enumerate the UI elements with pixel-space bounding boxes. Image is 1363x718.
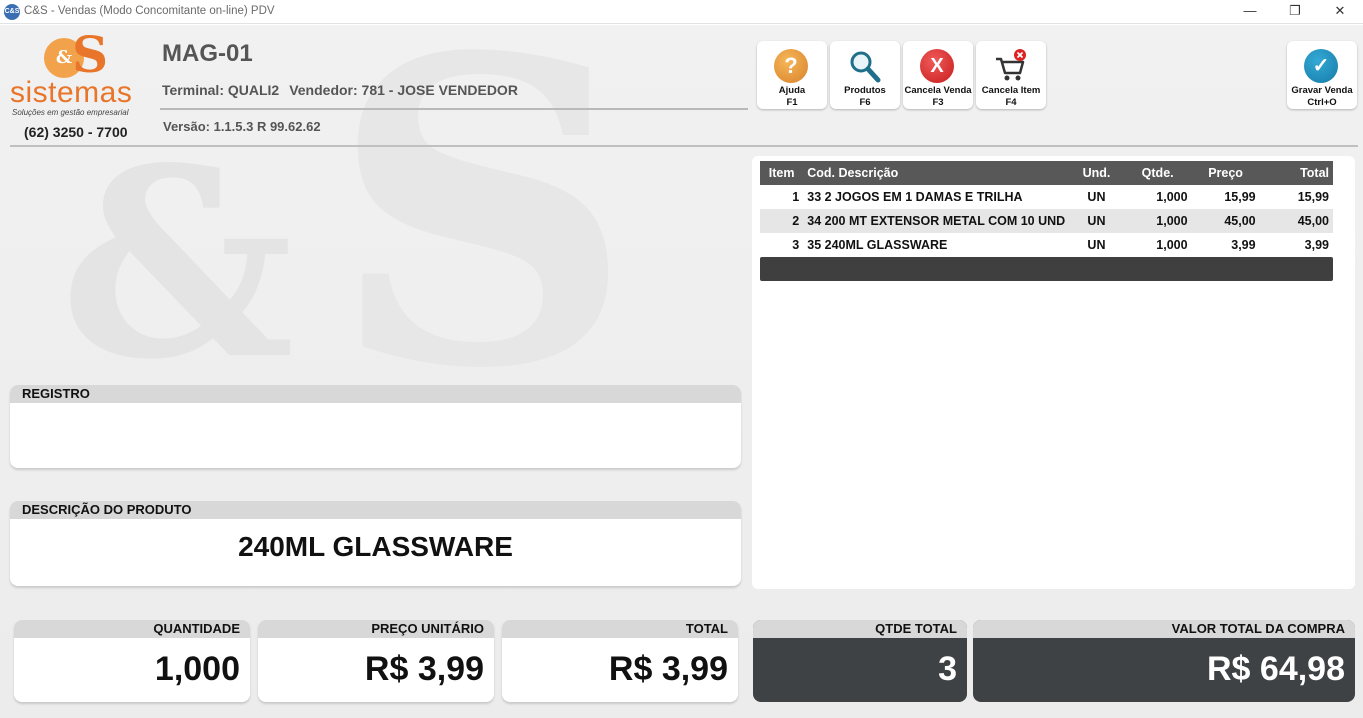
header-separator <box>10 145 1358 147</box>
close-button[interactable]: ✕ <box>1317 0 1363 24</box>
cell-qtde: 1,000 <box>1156 238 1188 252</box>
product-description-value: 240ML GLASSWARE <box>238 531 513 562</box>
col-item[interactable]: Item <box>760 161 804 185</box>
preco-unitario-value: R$ 3,99 <box>364 650 484 688</box>
items-panel: Item Cod. Descrição Und. Qtde. Preço Tot… <box>752 156 1355 589</box>
qtde-total-label: QTDE TOTAL <box>753 620 967 638</box>
maximize-button[interactable]: ❐ <box>1272 0 1318 24</box>
cell-qtde: 1,000 <box>1156 190 1188 204</box>
quantidade-value: 1,000 <box>154 650 240 688</box>
title-bar: C&S C&S - Vendas (Modo Concomitante on-l… <box>0 0 1363 24</box>
cell-total: 15,99 <box>1297 190 1329 204</box>
cell-preco: 3,99 <box>1231 238 1256 252</box>
help-button[interactable]: ? Ajuda F1 <box>757 41 827 109</box>
cell-item: 3 <box>792 238 800 252</box>
background-watermark-ampersand: & <box>60 112 295 417</box>
products-button-label: Produtos F6 <box>844 85 886 108</box>
cell-qtde: 1,000 <box>1123 209 1192 233</box>
cell-und: UN <box>1087 190 1106 204</box>
col-descricao[interactable]: Cod. Descrição <box>803 161 1070 185</box>
col-total[interactable]: Total <box>1259 161 1333 185</box>
check-icon: ✓ <box>1304 49 1338 83</box>
cell-item: 2 <box>760 209 804 233</box>
product-description-panel: DESCRIÇÃO DO PRODUTO 240ML GLASSWARE <box>10 501 741 586</box>
logo-mark: & S <box>44 30 124 80</box>
cell-und: UN <box>1069 209 1124 233</box>
version-label: Versão: 1.1.5.3 R 99.62.62 <box>163 119 321 134</box>
help-button-label: Ajuda F1 <box>778 85 806 108</box>
cancel-item-button[interactable]: Cancela Item F4 <box>976 41 1046 109</box>
cell-total: 45,00 <box>1259 209 1333 233</box>
col-qtde[interactable]: Qtde. <box>1123 161 1192 185</box>
minimize-button[interactable]: — <box>1227 0 1273 24</box>
search-icon <box>847 49 881 83</box>
items-table[interactable]: Item Cod. Descrição Und. Qtde. Preço Tot… <box>760 161 1333 257</box>
table-row[interactable]: 2 34 200 MT EXTENSOR METAL COM 10 UND UN… <box>760 209 1333 233</box>
total-panel: TOTAL R$ 3,99 <box>502 620 738 702</box>
cell-und: UN <box>1087 238 1106 252</box>
header-divider <box>160 108 748 110</box>
cell-preco: 15,99 <box>1224 190 1256 204</box>
preco-unitario-label: PREÇO UNITÁRIO <box>258 620 494 638</box>
total-value: R$ 3,99 <box>608 650 728 688</box>
cell-descricao: 35 240ML GLASSWARE <box>807 238 948 252</box>
products-button[interactable]: Produtos F6 <box>830 41 900 109</box>
app-icon: C&S <box>4 4 20 20</box>
cancel-item-button-label: Cancela Item F4 <box>981 85 1041 108</box>
company-phone: (62) 3250 - 7700 <box>24 124 128 140</box>
table-footer-bar <box>760 257 1333 281</box>
cell-preco: 45,00 <box>1191 209 1260 233</box>
cancel-sale-button[interactable]: X Cancela Venda F3 <box>903 41 973 109</box>
store-name: MAG-01 <box>162 40 253 67</box>
registro-label: REGISTRO <box>10 385 741 403</box>
table-header-row: Item Cod. Descrição Und. Qtde. Preço Tot… <box>760 161 1333 185</box>
qtde-total-panel: QTDE TOTAL 3 <box>753 620 967 702</box>
cancel-sale-button-label: Cancela Venda F3 <box>904 85 972 108</box>
window-title: C&S - Vendas (Modo Concomitante on-line)… <box>24 5 275 17</box>
qtde-total-value: 3 <box>938 650 957 688</box>
valor-total-value: R$ 64,98 <box>1207 650 1345 688</box>
quantidade-panel: QUANTIDADE 1,000 <box>14 620 250 702</box>
logo-s: S <box>72 25 109 84</box>
logo-name: sistemas <box>10 76 133 109</box>
save-sale-button-label: Gravar Venda Ctrl+O <box>1291 85 1353 108</box>
valor-total-panel: VALOR TOTAL DA COMPRA R$ 64,98 <box>973 620 1355 702</box>
registro-field[interactable] <box>10 403 741 468</box>
product-description-label: DESCRIÇÃO DO PRODUTO <box>10 501 741 519</box>
save-sale-button[interactable]: ✓ Gravar Venda Ctrl+O <box>1287 41 1357 109</box>
cell-descricao: 33 2 JOGOS EM 1 DAMAS E TRILHA <box>807 190 1023 204</box>
terminal-label: Terminal: QUALI2 <box>162 82 280 98</box>
vendedor-label: Vendedor: 781 - JOSE VENDEDOR <box>289 82 518 98</box>
registro-panel: REGISTRO <box>10 385 741 468</box>
cell-descricao: 34 200 MT EXTENSOR METAL COM 10 UND <box>803 209 1070 233</box>
total-label: TOTAL <box>502 620 738 638</box>
col-preco[interactable]: Preço <box>1191 161 1260 185</box>
quantidade-label: QUANTIDADE <box>14 620 250 638</box>
table-row[interactable]: 3 35 240ML GLASSWARE UN 1,000 3,99 3,99 <box>760 233 1333 257</box>
company-logo: & S sistemas Soluções em gestão empresar… <box>10 30 155 124</box>
cell-item: 1 <box>792 190 800 204</box>
cell-total: 3,99 <box>1304 238 1329 252</box>
cancel-icon: X <box>920 49 954 83</box>
terminal-info: Terminal: QUALI2 Vendedor: 781 - JOSE VEN… <box>162 82 518 98</box>
cart-remove-icon <box>993 49 1027 83</box>
help-icon: ? <box>774 49 808 83</box>
preco-unitario-panel: PREÇO UNITÁRIO R$ 3,99 <box>258 620 494 702</box>
col-und[interactable]: Und. <box>1069 161 1124 185</box>
logo-tagline: Soluções em gestão empresarial <box>12 108 129 117</box>
table-row[interactable]: 1 33 2 JOGOS EM 1 DAMAS E TRILHA UN 1,00… <box>760 185 1333 209</box>
valor-total-label: VALOR TOTAL DA COMPRA <box>973 620 1355 638</box>
